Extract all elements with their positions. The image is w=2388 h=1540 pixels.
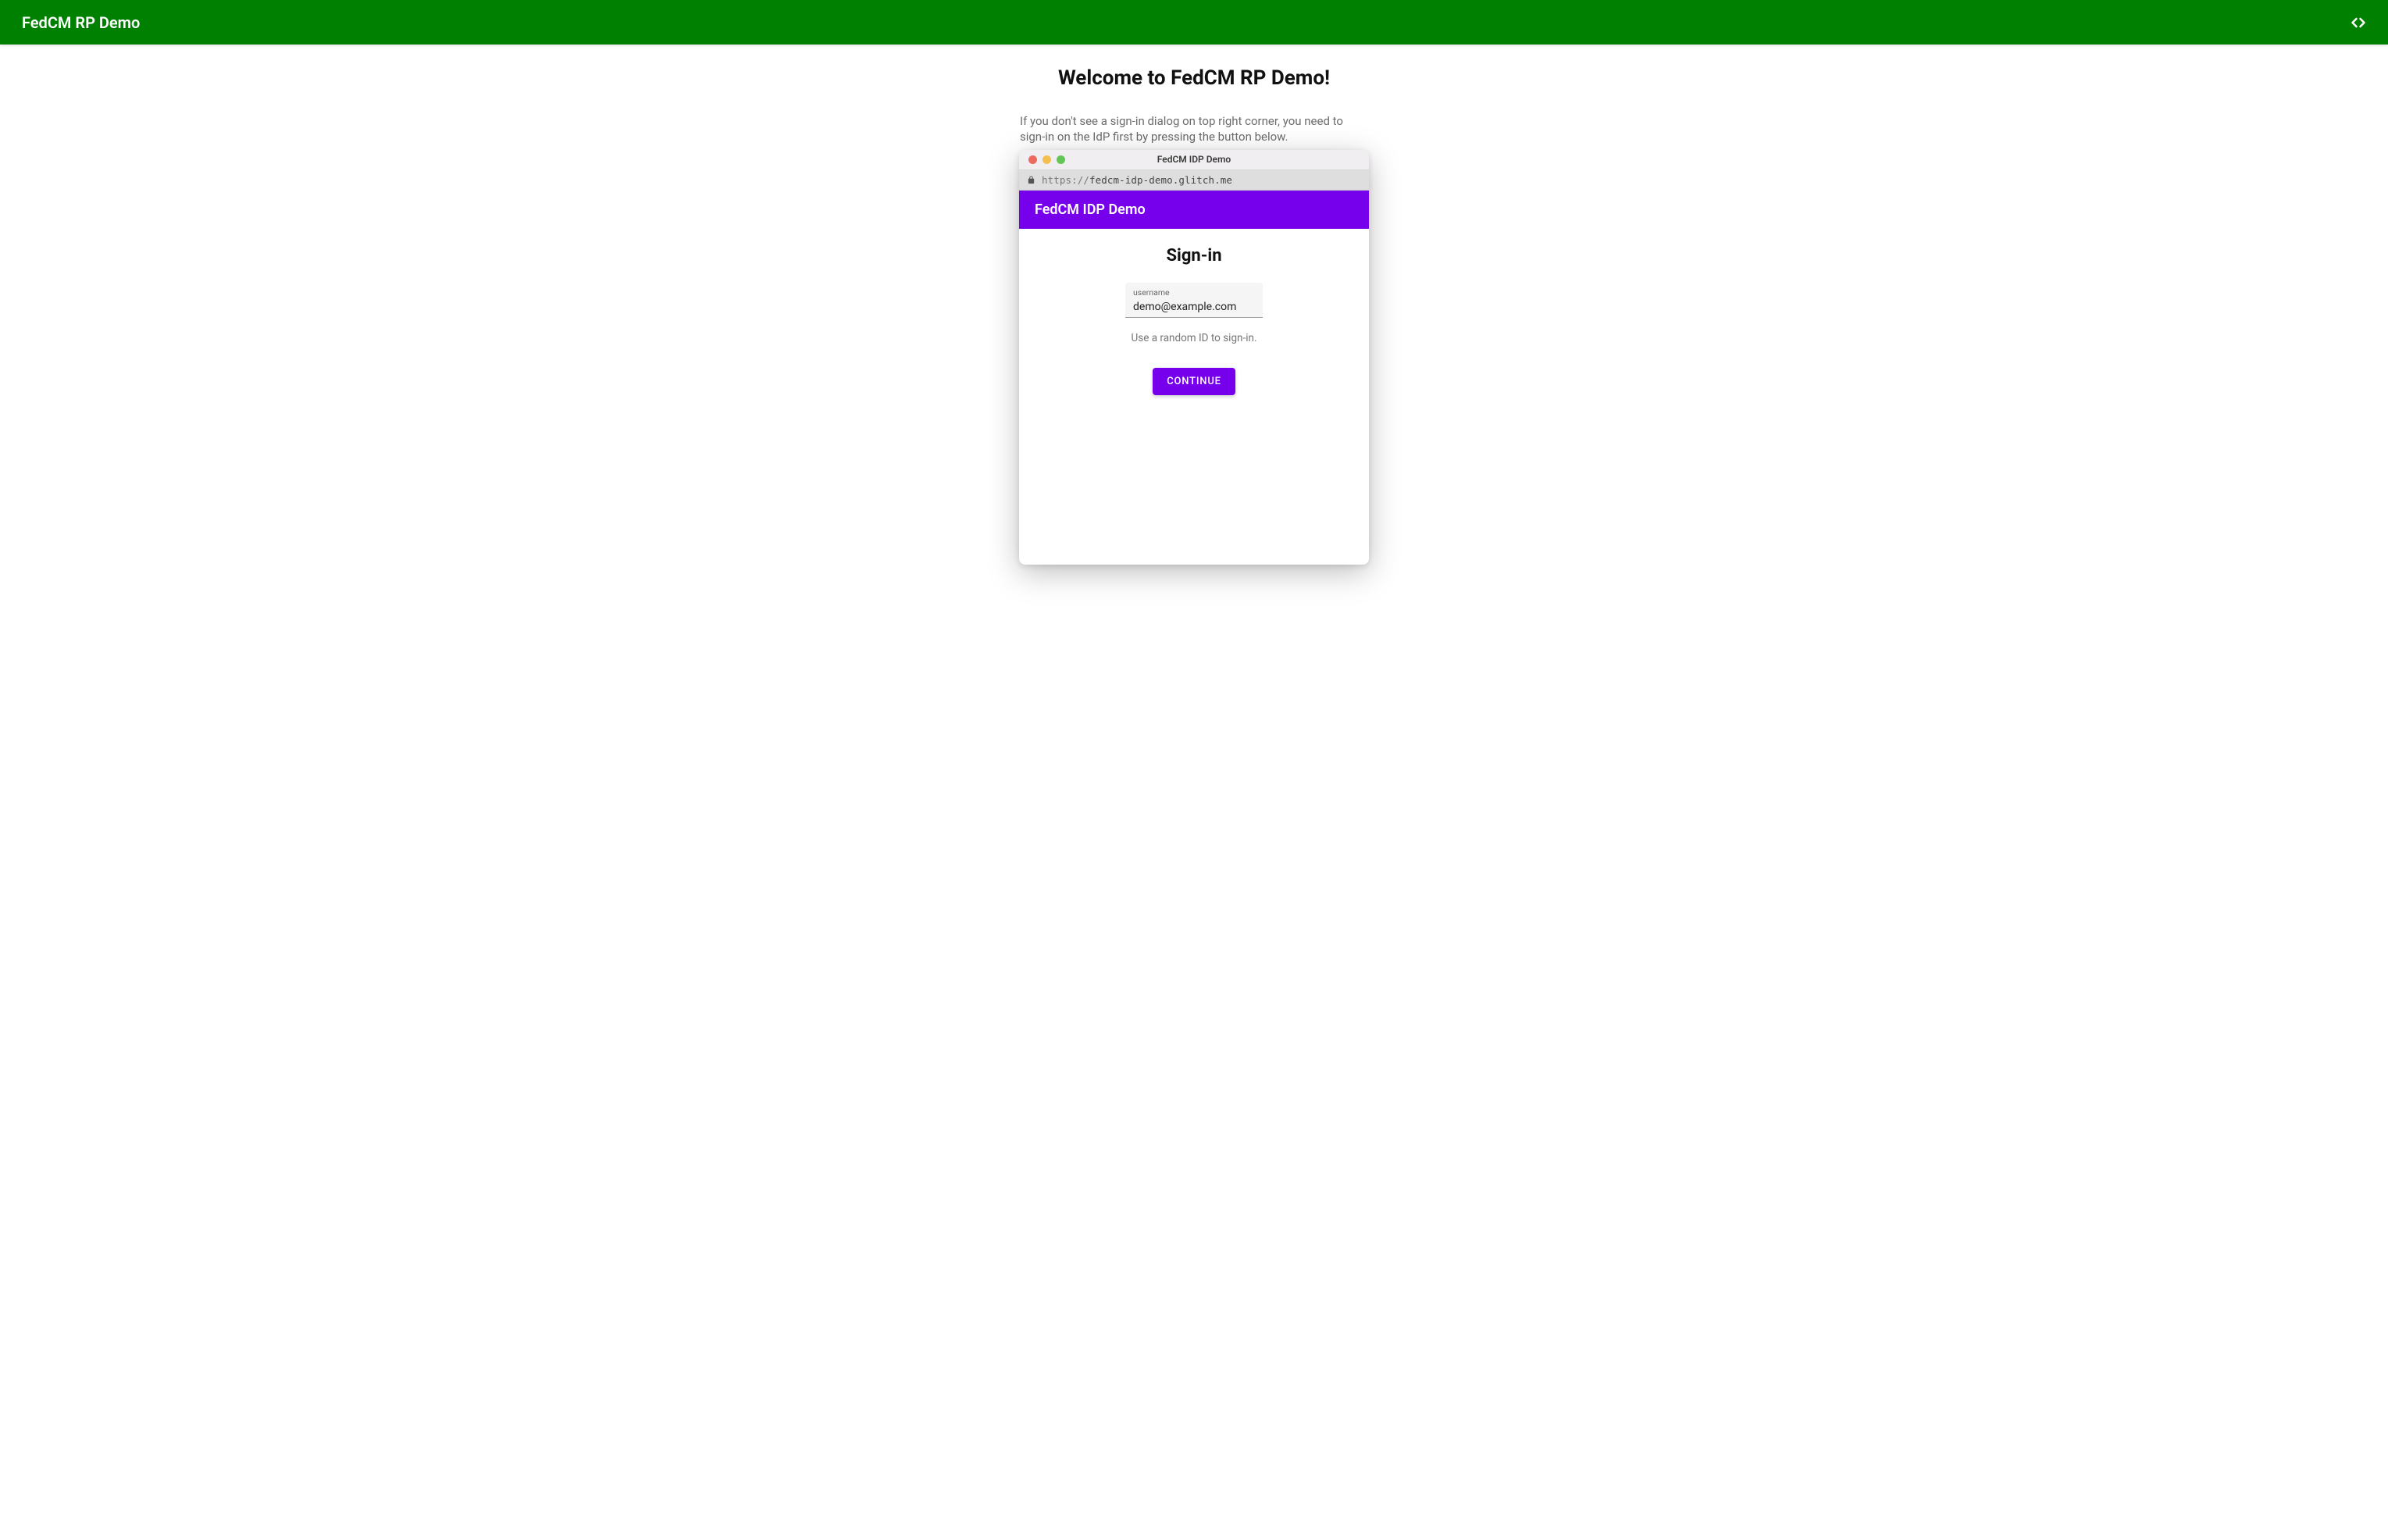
- helper-text: Use a random ID to sign-in.: [1131, 332, 1256, 344]
- url-proto: https://: [1042, 174, 1089, 186]
- minimize-window-icon[interactable]: [1043, 155, 1051, 164]
- lock-icon: [1027, 176, 1035, 184]
- code-icon[interactable]: [2351, 15, 2366, 30]
- idp-header: FedCM IDP Demo: [1019, 191, 1369, 229]
- idp-content: Sign-in username Use a random ID to sign…: [1019, 229, 1369, 565]
- window-titlebar: FedCM IDP Demo: [1019, 150, 1369, 170]
- address-bar: https://fedcm-idp-demo.glitch.me: [1019, 170, 1369, 191]
- app-title: FedCM RP Demo: [22, 13, 140, 32]
- main-content: Welcome to FedCM RP Demo! If you don't s…: [819, 45, 1569, 565]
- continue-button[interactable]: CONTINUE: [1153, 368, 1235, 395]
- app-header: FedCM RP Demo: [0, 0, 2388, 45]
- maximize-window-icon[interactable]: [1057, 155, 1065, 164]
- close-window-icon[interactable]: [1028, 155, 1037, 164]
- address-url: https://fedcm-idp-demo.glitch.me: [1042, 174, 1232, 186]
- username-label: username: [1133, 288, 1255, 298]
- traffic-lights: [1019, 155, 1065, 164]
- url-host: fedcm-idp-demo.glitch.me: [1089, 174, 1232, 186]
- instruction-text: If you don't see a sign-in dialog on top…: [1018, 113, 1370, 145]
- username-field[interactable]: username: [1125, 283, 1263, 319]
- page-title: Welcome to FedCM RP Demo!: [819, 66, 1569, 90]
- idp-popup-window: FedCM IDP Demo https://fedcm-idp-demo.gl…: [1019, 150, 1369, 565]
- window-title: FedCM IDP Demo: [1019, 154, 1369, 165]
- username-input[interactable]: [1133, 301, 1255, 313]
- signin-title: Sign-in: [1166, 246, 1221, 266]
